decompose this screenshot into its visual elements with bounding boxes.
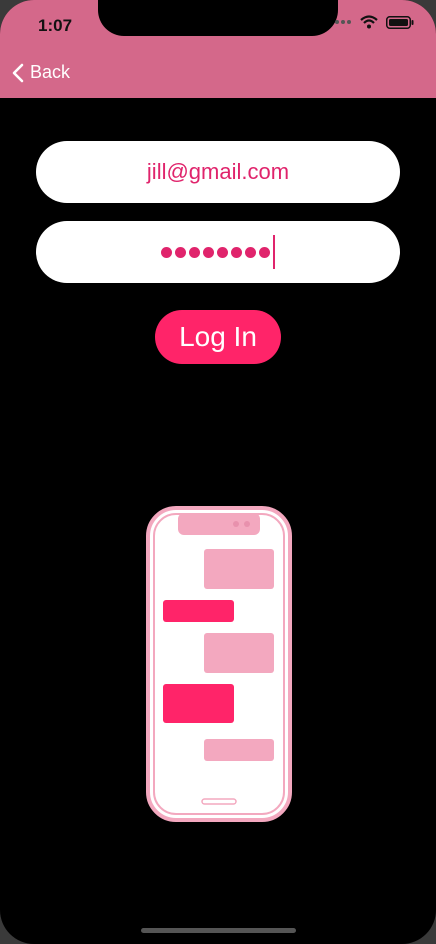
phone-home-bar <box>201 798 237 805</box>
home-indicator <box>141 928 296 933</box>
password-dot <box>161 246 172 258</box>
camera-dot <box>244 521 250 527</box>
chat-bubble-received <box>204 549 274 589</box>
password-dot <box>259 246 270 258</box>
navigation-bar: 1:07 Back <box>0 0 436 98</box>
password-dot <box>175 246 186 258</box>
chat-bubble-received <box>204 739 274 761</box>
email-value: jill@gmail.com <box>146 159 290 184</box>
status-time: 1:07 <box>38 16 73 35</box>
chevron-left-icon <box>12 63 24 82</box>
password-dots <box>161 246 270 258</box>
phone-chat-illustration <box>146 506 292 822</box>
back-button[interactable]: Back <box>12 62 70 83</box>
password-dot <box>217 246 228 258</box>
text-cursor <box>273 235 275 269</box>
wifi-icon <box>360 15 378 29</box>
signal-icon <box>335 20 351 24</box>
battery-icon <box>386 15 414 29</box>
email-field[interactable]: jill@gmail.com <box>36 141 400 203</box>
password-dot <box>189 246 200 258</box>
chat-bubble-sent <box>163 684 234 723</box>
camera-dot <box>233 521 239 527</box>
chat-bubble-sent <box>163 600 234 622</box>
chat-bubble-received <box>204 633 274 673</box>
device-notch <box>98 0 338 36</box>
password-field[interactable] <box>36 221 400 283</box>
password-dot <box>245 246 256 258</box>
password-dot <box>231 246 242 258</box>
login-button[interactable]: Log In <box>155 310 281 364</box>
status-icons <box>334 15 414 29</box>
password-dot <box>203 246 214 258</box>
back-label: Back <box>30 62 71 82</box>
app-screen: 1:07 Back jill@gmail.com Log In <box>0 0 436 944</box>
